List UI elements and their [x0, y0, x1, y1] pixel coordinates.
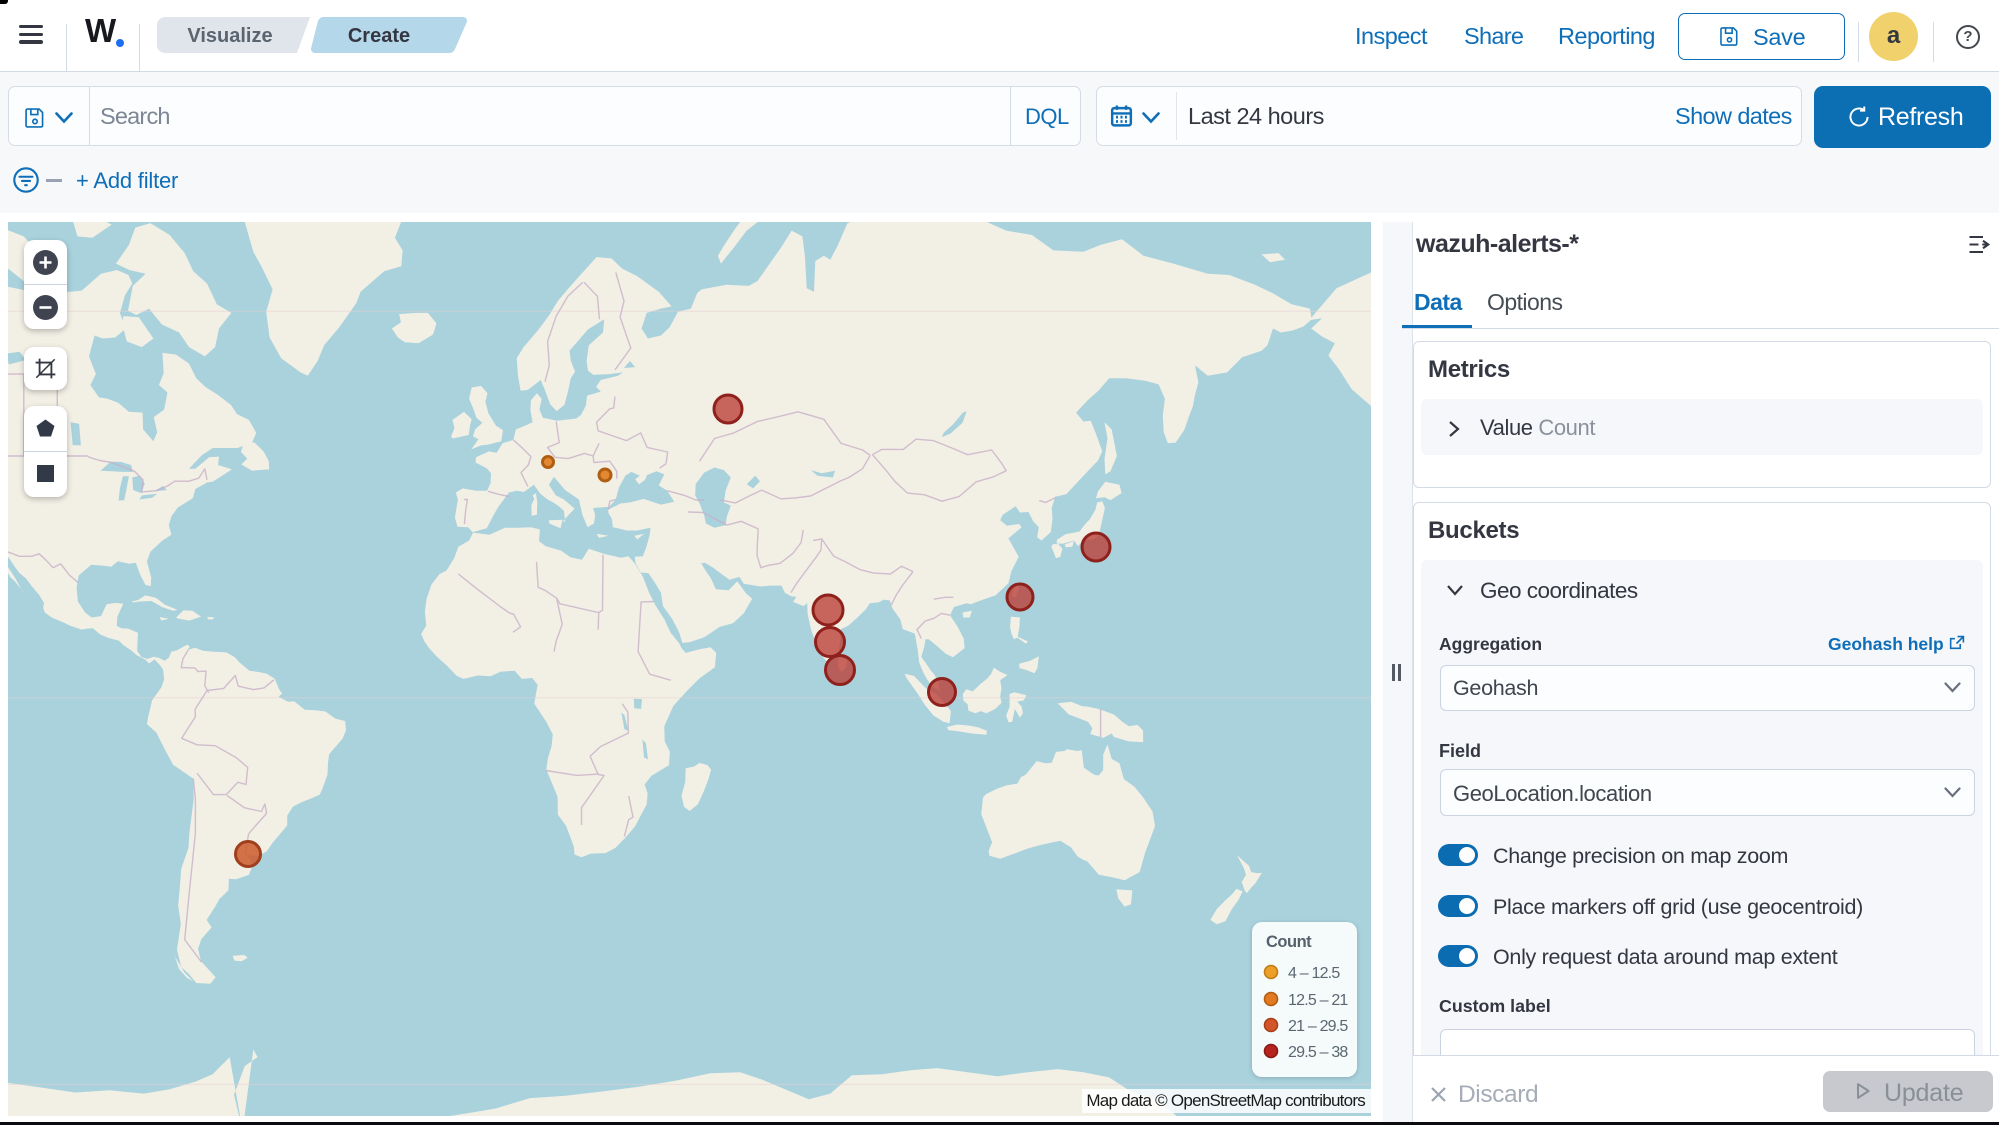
- svg-text:Create: Create: [348, 25, 410, 47]
- svg-text:Visualize: Visualize: [187, 25, 272, 47]
